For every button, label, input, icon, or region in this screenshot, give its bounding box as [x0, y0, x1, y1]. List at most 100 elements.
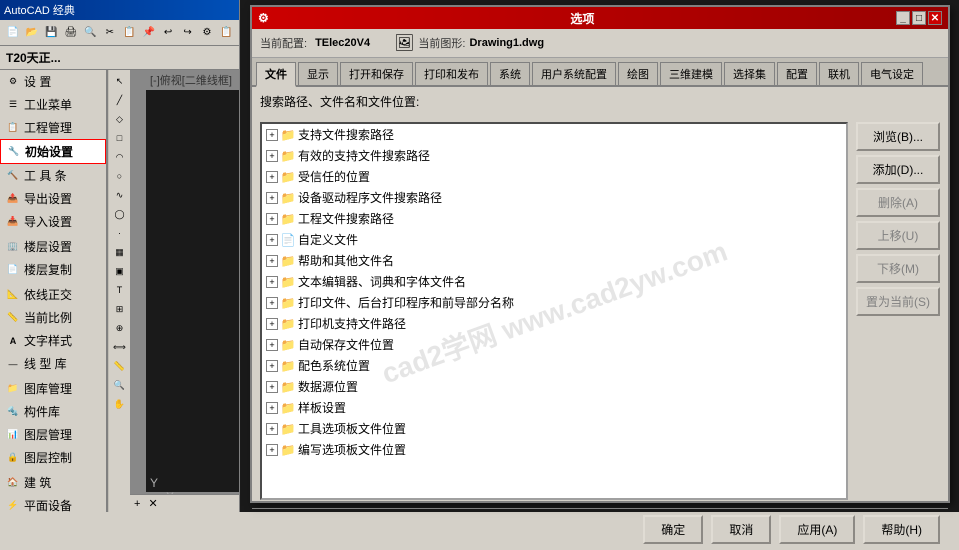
sidebar-item-chu-shi[interactable]: 🔧 初始设置: [0, 139, 106, 164]
tab-3d-model[interactable]: 三维建模: [660, 62, 722, 85]
expand-tool-palette[interactable]: +: [266, 423, 278, 435]
tree-item-custom[interactable]: + 📄 自定义文件: [262, 229, 846, 250]
side-btn-point[interactable]: ·: [111, 224, 129, 242]
tree-item-autosave[interactable]: + 📁 自动保存文件位置: [262, 334, 846, 355]
paste-btn[interactable]: 📌: [140, 24, 157, 42]
sidebar-item-ceng-fu-zhi[interactable]: 📄 楼层复制: [0, 258, 106, 281]
sidebar-item-tu-ceng[interactable]: 📊 图层管理: [0, 423, 106, 446]
sidebar-item-tu-ku[interactable]: 📁 图库管理: [0, 377, 106, 400]
save-btn[interactable]: 💾: [43, 24, 60, 42]
tree-item-printer-support[interactable]: + 📁 打印机支持文件路径: [262, 313, 846, 334]
expand-print[interactable]: +: [266, 297, 278, 309]
sidebar-item-gong-ye-cai-dan[interactable]: ☰ 工业菜单: [0, 93, 106, 116]
side-btn-dim[interactable]: ⟺: [111, 338, 129, 356]
expand-help[interactable]: +: [266, 255, 278, 267]
expand-autosave[interactable]: +: [266, 339, 278, 351]
sidebar-item-kongzhi[interactable]: 🔒 图层控制: [0, 446, 106, 469]
sidebar-item-wen-zi[interactable]: A 文字样式: [0, 329, 106, 352]
sidebar-item-gou-jian[interactable]: 🔩 构件库: [0, 400, 106, 423]
side-btn-zoom[interactable]: 🔍: [111, 376, 129, 394]
expand-text-editor[interactable]: +: [266, 276, 278, 288]
expand-valid[interactable]: +: [266, 150, 278, 162]
side-btn-measure[interactable]: 📏: [111, 357, 129, 375]
tab-display[interactable]: 显示: [298, 62, 338, 85]
gear-btn[interactable]: ⚙: [198, 24, 215, 42]
cancel-button[interactable]: 取消: [711, 515, 771, 544]
preview-btn[interactable]: 🔍: [82, 24, 99, 42]
move-down-button[interactable]: 下移(M): [856, 254, 940, 283]
open-btn[interactable]: 📂: [23, 24, 40, 42]
tab-system[interactable]: 系统: [490, 62, 530, 85]
ok-button[interactable]: 确定: [643, 515, 703, 544]
tree-item-support[interactable]: + 📁 支持文件搜索路径: [262, 124, 846, 145]
side-btn-text[interactable]: T: [111, 281, 129, 299]
side-btn-block[interactable]: ⊕: [111, 319, 129, 337]
tree-item-print-files[interactable]: + 📁 打印文件、后台打印程序和前导部分名称: [262, 292, 846, 313]
tab-open-save[interactable]: 打开和保存: [340, 62, 413, 85]
tab-select[interactable]: 选择集: [724, 62, 775, 85]
sidebar-item-gong-cheng[interactable]: 📋 工程管理: [0, 116, 106, 139]
redo-btn[interactable]: ↪: [179, 24, 196, 42]
add-button[interactable]: 添加(D)...: [856, 155, 940, 184]
sidebar-item-dao-ru[interactable]: 📥 导入设置: [0, 210, 106, 233]
tab-config[interactable]: 配置: [777, 62, 817, 85]
sidebar-item-xian-xing[interactable]: — 线 型 库: [0, 352, 106, 375]
drawing-area[interactable]: [-]俯视[二维线框] Y X + ✕: [130, 70, 239, 512]
expand-color[interactable]: +: [266, 360, 278, 372]
tab-online[interactable]: 联机: [819, 62, 859, 85]
prop-btn[interactable]: 📋: [218, 24, 235, 42]
tree-item-text-editor[interactable]: + 📁 文本编辑器、词典和字体文件名: [262, 271, 846, 292]
tree-item-project[interactable]: + 📁 工程文件搜索路径: [262, 208, 846, 229]
side-btn-spline[interactable]: ∿: [111, 186, 129, 204]
expand-device[interactable]: +: [266, 192, 278, 204]
tab-electric[interactable]: 电气设定: [861, 62, 923, 85]
sidebar-item-yi-zheng[interactable]: 📐 依线正交: [0, 283, 106, 306]
tab-print[interactable]: 打印和发布: [415, 62, 488, 85]
tree-item-trusted[interactable]: + 📁 受信任的位置: [262, 166, 846, 187]
side-btn-pan[interactable]: ✋: [111, 395, 129, 413]
side-btn-rect[interactable]: □: [111, 129, 129, 147]
tree-item-color[interactable]: + 📁 配色系统位置: [262, 355, 846, 376]
tree-item-tool-palette[interactable]: + 📁 工具选项板文件位置: [262, 418, 846, 439]
move-up-button[interactable]: 上移(U): [856, 221, 940, 250]
expand-support[interactable]: +: [266, 129, 278, 141]
side-btn-arrow[interactable]: ↖: [111, 72, 129, 90]
tab-user-config[interactable]: 用户系统配置: [532, 62, 616, 85]
new-btn[interactable]: 📄: [4, 24, 21, 42]
delete-button[interactable]: 删除(A): [856, 188, 940, 217]
tree-item-help[interactable]: + 📁 帮助和其他文件名: [262, 250, 846, 271]
sidebar-item-gong-ju[interactable]: 🔨 工 具 条: [0, 164, 106, 187]
sidebar-item-bili[interactable]: 📏 当前比例: [0, 306, 106, 329]
copy-btn[interactable]: 📋: [121, 24, 138, 42]
side-btn-hatch[interactable]: ▦: [111, 243, 129, 261]
expand-project[interactable]: +: [266, 213, 278, 225]
tree-item-device[interactable]: + 📁 设备驱动程序文件搜索路径: [262, 187, 846, 208]
sidebar-item-jian-zhu[interactable]: 🏠 建 筑: [0, 471, 106, 494]
cut-btn[interactable]: ✂: [101, 24, 118, 42]
maximize-button[interactable]: □: [912, 11, 926, 25]
side-btn-arc[interactable]: ◠: [111, 148, 129, 166]
sidebar-item-dao-chu[interactable]: 📤 导出设置: [0, 187, 106, 210]
tree-item-edit-template[interactable]: + 📁 编写选项板文件位置: [262, 439, 846, 460]
side-btn-line[interactable]: ╱: [111, 91, 129, 109]
print-btn[interactable]: 🖨: [62, 24, 79, 42]
file-tree-container[interactable]: + 📁 支持文件搜索路径 + 📁 有效的支持文件搜索路径 + 📁 受信任的位置 …: [260, 122, 848, 500]
tab-draw[interactable]: 绘图: [618, 62, 658, 85]
browse-button[interactable]: 浏览(B)...: [856, 122, 940, 151]
side-btn-ellipse[interactable]: ◯: [111, 205, 129, 223]
side-btn-poly[interactable]: ◇: [111, 110, 129, 128]
sidebar-item-ping-mian[interactable]: ⚡ 平面设备: [0, 494, 106, 512]
set-current-button[interactable]: 置为当前(S): [856, 287, 940, 316]
expand-edit-template[interactable]: +: [266, 444, 278, 456]
tree-item-datasource[interactable]: + 📁 数据源位置: [262, 376, 846, 397]
side-btn-region[interactable]: ▣: [111, 262, 129, 280]
expand-custom[interactable]: +: [266, 234, 278, 246]
close-button[interactable]: ✕: [928, 11, 942, 25]
undo-btn[interactable]: ↩: [159, 24, 176, 42]
expand-printer[interactable]: +: [266, 318, 278, 330]
expand-template[interactable]: +: [266, 402, 278, 414]
minimize-button[interactable]: _: [896, 11, 910, 25]
expand-trusted[interactable]: +: [266, 171, 278, 183]
help-button[interactable]: 帮助(H): [863, 515, 940, 544]
tab-file[interactable]: 文件: [256, 62, 296, 87]
